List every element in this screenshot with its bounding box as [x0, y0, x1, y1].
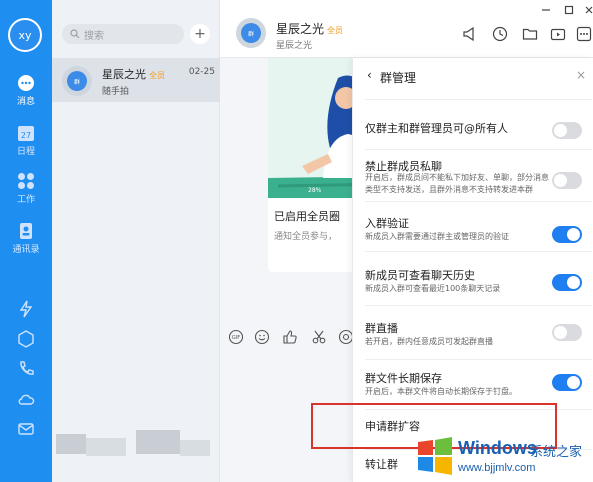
conversation-header: 群 星辰之光 全员 星辰之光 [220, 0, 593, 58]
chat-list-item[interactable]: 群 星辰之光 全员 02-25 随手拍 [52, 58, 220, 102]
setting-name: 仅群主和群管理员可@所有人 [365, 122, 508, 135]
chat-time: 02-25 [188, 67, 215, 77]
watermark: Windows 系统之家 www.bjjmlv.com [402, 432, 593, 482]
watermark-url: www.bjjmlv.com [458, 462, 536, 474]
nav-item-work[interactable]: 工作 [0, 172, 52, 205]
toggle-private-chat[interactable] [552, 172, 582, 189]
contacts-icon [20, 223, 32, 239]
live-icon[interactable] [550, 26, 566, 42]
phone-icon[interactable] [17, 360, 35, 378]
blurred-area [136, 430, 180, 454]
setting-at-all: 仅群主和群管理员可@所有人 [365, 102, 592, 150]
back-icon[interactable]: ‹ [367, 68, 372, 82]
toggle-group-live[interactable] [552, 324, 582, 341]
divider [365, 94, 592, 100]
nav-label: 工作 [16, 195, 35, 205]
watermark-brand: Windows [458, 438, 537, 458]
cloud-icon[interactable] [17, 390, 35, 408]
nav-item-messages[interactable]: 消息 [0, 74, 52, 107]
calendar-icon: 27 [18, 126, 34, 141]
svg-text:28%: 28% [308, 187, 322, 194]
all-staff-badge: 全员 [327, 26, 344, 35]
group-avatar[interactable]: 群 [236, 18, 266, 48]
mail-icon[interactable] [17, 420, 35, 438]
search-input[interactable]: 搜索 [62, 24, 184, 44]
nav-label: 消息 [16, 97, 35, 107]
toggle-file-storage[interactable] [552, 374, 582, 391]
setting-name: 入群验证 [365, 217, 409, 230]
setting-name: 群直播 [365, 322, 398, 335]
apps-grid-icon [18, 173, 34, 189]
setting-name: 新成员可查看聊天历史 [365, 269, 475, 282]
toggle-at-all[interactable] [552, 122, 582, 139]
chat-bubble-icon [18, 75, 34, 91]
setting-description: 新成员入群需要通过群主或管理员的验证 [365, 232, 509, 241]
setting-description: 开启后，群成员间不能私下加好友、单聊，部分消息类型不支持发送，且群外消息不支持转… [365, 173, 549, 194]
conversation-title: 星辰之光 [276, 22, 325, 36]
windows-logo-icon [418, 437, 452, 475]
nav-rail: xy 消息 27 日程 工作 通讯录 [0, 0, 52, 482]
more-icon[interactable] [576, 26, 592, 42]
nav-label: 日程 [16, 147, 35, 157]
emoji-icon[interactable] [254, 329, 270, 345]
scissors-icon[interactable] [311, 329, 327, 345]
blurred-area [180, 440, 210, 456]
minimize-icon[interactable] [540, 4, 552, 16]
setting-description: 若开启，群内任意成员可发起群直播 [365, 337, 493, 346]
setting-description: 开启后，本群文件将自动长期保存于钉盘。 [365, 387, 517, 396]
card-description: 通知全员参与， [274, 232, 338, 242]
setting-name: 转让群 [365, 458, 398, 471]
search-placeholder: 搜索 [84, 30, 104, 42]
close-window-icon[interactable] [583, 4, 593, 16]
user-avatar[interactable]: xy [8, 18, 42, 52]
conversation-subtitle: 星辰之光 [276, 41, 313, 51]
close-icon[interactable]: × [576, 68, 586, 82]
svg-text:GIF: GIF [232, 335, 240, 341]
chat-name: 星辰之光 [102, 68, 146, 81]
add-button[interactable]: + [190, 24, 210, 44]
setting-group-live: 群直播 若开启，群内任意成员可发起群直播 [365, 306, 592, 360]
clock-icon[interactable] [492, 26, 508, 42]
blurred-area [56, 434, 86, 454]
toggle-chat-history[interactable] [552, 274, 582, 291]
announcement-icon[interactable] [462, 26, 478, 42]
toggle-join-verify[interactable] [552, 226, 582, 243]
setting-name: 群文件长期保存 [365, 372, 442, 385]
svg-text:27: 27 [21, 131, 31, 140]
setting-private-chat: 禁止群成员私聊 开启后，群成员间不能私下加好友、单聊，部分消息类型不支持发送，且… [365, 150, 592, 202]
chat-preview: 随手拍 [102, 87, 130, 97]
nav-item-contacts[interactable]: 通讯录 [0, 222, 52, 255]
watermark-suffix: 系统之家 [530, 445, 583, 460]
setting-join-verify: 入群验证 新成员入群需要通过群主或管理员的验证 [365, 202, 592, 252]
input-toolbar: GIF [220, 326, 354, 348]
panel-header: ‹ 群管理 × [353, 58, 593, 94]
search-icon [70, 29, 80, 39]
nav-item-calendar[interactable]: 27 日程 [0, 124, 52, 157]
group-avatar: 群 [62, 66, 92, 96]
blurred-area [86, 438, 126, 456]
thumbs-up-icon[interactable] [282, 329, 298, 345]
cube-icon[interactable] [17, 330, 35, 348]
setting-description: 新成员入群可查看最近100条聊天记录 [365, 284, 501, 293]
folder-icon[interactable] [522, 26, 538, 42]
gif-icon[interactable]: GIF [228, 329, 244, 345]
all-staff-badge: 全员 [149, 71, 165, 80]
maximize-icon[interactable] [563, 4, 575, 16]
setting-chat-history: 新成员可查看聊天历史 新成员入群可查看最近100条聊天记录 [365, 252, 592, 306]
plus-icon: + [194, 26, 206, 42]
chat-list-panel: 搜索 + 群 星辰之光 全员 02-25 随手拍 [52, 0, 220, 482]
nav-label: 通讯录 [12, 245, 40, 255]
card-title: 已启用全员圈 [274, 210, 340, 223]
panel-title: 群管理 [380, 71, 417, 85]
lightning-icon[interactable] [17, 300, 35, 318]
